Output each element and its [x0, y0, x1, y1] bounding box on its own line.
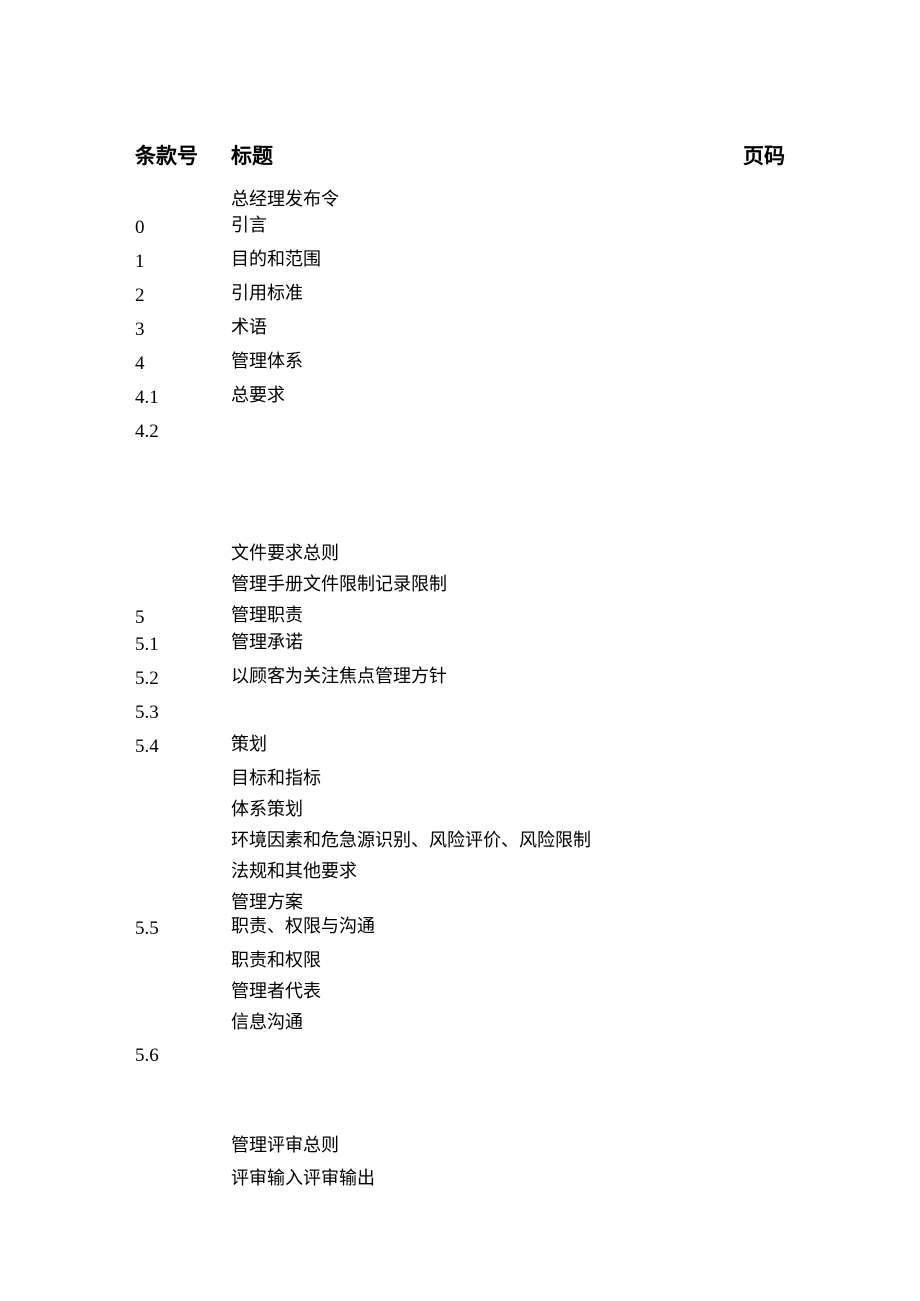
clause-number: 5.5 [135, 917, 231, 938]
toc-row: 5.4策划 [135, 735, 785, 756]
header-clause-no: 条款号 [135, 140, 231, 170]
clause-number [135, 1136, 231, 1138]
clause-title: 管理评审总则 [231, 1136, 785, 1154]
header-page-no: 页码 [725, 140, 785, 170]
toc-block-1: 总经理发布令 0引言 1目的和范围 2引用标准 3术语 4管理体系 4.1总要求… [135, 190, 785, 441]
clause-title: 管理承诺 [231, 633, 785, 651]
toc-row: 文件要求总则 [135, 544, 785, 562]
clause-number: 5.2 [135, 667, 231, 688]
clause-number [135, 862, 231, 864]
toc-row: 5.5职责、权限与沟通 [135, 917, 785, 938]
clause-number [135, 1013, 231, 1015]
clause-number: 1 [135, 250, 231, 271]
clause-number [135, 769, 231, 771]
toc-row: 5.1管理承诺 [135, 633, 785, 654]
toc-row: 目标和指标 [135, 769, 785, 787]
toc-block-2: 文件要求总则 管理手册文件限制记录限制 5管理职责 5.1管理承诺 5.2以顾客… [135, 544, 785, 1065]
clause-title: 术语 [231, 318, 785, 336]
clause-title: 管理者代表 [231, 982, 785, 1000]
header-title: 标题 [231, 140, 725, 170]
clause-title: 信息沟通 [231, 1013, 785, 1031]
clause-number: 0 [135, 216, 231, 237]
clause-number: 4 [135, 352, 231, 373]
toc-row: 4管理体系 [135, 352, 785, 373]
clause-number: 2 [135, 284, 231, 305]
toc-header-row: 条款号 标题 页码 [135, 140, 785, 170]
clause-title: 职责和权限 [231, 951, 785, 969]
clause-title: 法规和其他要求 [231, 862, 785, 880]
clause-title: 目的和范围 [231, 250, 785, 268]
vertical-gap [135, 1078, 785, 1136]
clause-number [135, 893, 231, 895]
clause-number [135, 190, 231, 192]
toc-row: 管理者代表 [135, 982, 785, 1000]
clause-title: 体系策划 [231, 800, 785, 818]
clause-number: 3 [135, 318, 231, 339]
clause-title: 文件要求总则 [231, 544, 785, 562]
clause-number: 4.2 [135, 420, 231, 441]
toc-row: 管理方案 [135, 893, 785, 911]
toc-row: 体系策划 [135, 800, 785, 818]
toc-row: 5.3 [135, 701, 785, 722]
clause-title: 管理手册文件限制记录限制 [231, 575, 785, 593]
clause-number: 5.1 [135, 633, 231, 654]
clause-title: 管理职责 [231, 606, 785, 624]
clause-title: 引用标准 [231, 284, 785, 302]
clause-number [135, 575, 231, 577]
clause-number [135, 1169, 231, 1171]
vertical-gap [135, 454, 785, 544]
toc-row: 5.6 [135, 1044, 785, 1065]
clause-title: 评审输入评审输出 [231, 1169, 785, 1187]
toc-row: 管理评审总则 [135, 1136, 785, 1154]
toc-row: 4.1总要求 [135, 386, 785, 407]
clause-title: 环境因素和危急源识别、风险评价、风险限制 [231, 831, 785, 849]
toc-row: 法规和其他要求 [135, 862, 785, 880]
clause-title: 以顾客为关注焦点管理方针 [231, 667, 785, 685]
clause-number [135, 800, 231, 802]
toc-row: 信息沟通 [135, 1013, 785, 1031]
clause-number: 5.4 [135, 735, 231, 756]
toc-row: 3术语 [135, 318, 785, 339]
clause-title: 总要求 [231, 386, 785, 404]
toc-row: 职责和权限 [135, 951, 785, 969]
clause-number [135, 831, 231, 833]
clause-title: 管理体系 [231, 352, 785, 370]
document-page: 条款号 标题 页码 总经理发布令 0引言 1目的和范围 2引用标准 3术语 4管… [0, 0, 920, 1187]
clause-title: 总经理发布令 [231, 190, 785, 208]
toc-row: 4.2 [135, 420, 785, 441]
toc-row: 评审输入评审输出 [135, 1169, 785, 1187]
toc-row: 环境因素和危急源识别、风险评价、风险限制 [135, 831, 785, 849]
clause-number [135, 544, 231, 546]
toc-row: 2引用标准 [135, 284, 785, 305]
clause-title: 管理方案 [231, 893, 785, 911]
clause-title: 引言 [231, 216, 785, 234]
toc-row: 5.2以顾客为关注焦点管理方针 [135, 667, 785, 688]
toc-row: 管理手册文件限制记录限制 [135, 575, 785, 593]
clause-number: 5.6 [135, 1044, 231, 1065]
clause-number [135, 982, 231, 984]
clause-title: 策划 [231, 735, 785, 753]
clause-number: 4.1 [135, 386, 231, 407]
toc-row: 5管理职责 [135, 606, 785, 627]
toc-row: 1目的和范围 [135, 250, 785, 271]
toc-block-3: 管理评审总则 评审输入评审输出 [135, 1136, 785, 1187]
clause-number: 5.3 [135, 701, 231, 722]
clause-title: 职责、权限与沟通 [231, 917, 785, 935]
toc-row: 总经理发布令 [135, 190, 785, 208]
toc-row: 0引言 [135, 216, 785, 237]
clause-number [135, 951, 231, 953]
clause-number: 5 [135, 606, 231, 627]
clause-title: 目标和指标 [231, 769, 785, 787]
